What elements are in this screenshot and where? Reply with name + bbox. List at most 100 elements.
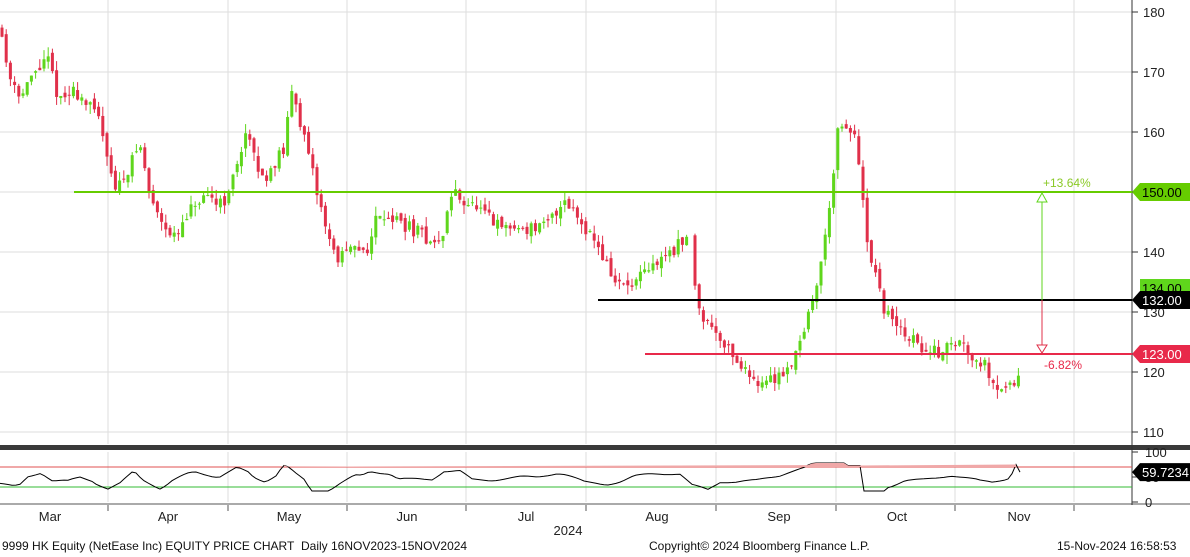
candle-body bbox=[193, 205, 197, 207]
candle-body bbox=[244, 133, 248, 149]
candle-body bbox=[710, 322, 714, 327]
candle-body bbox=[907, 339, 911, 341]
candle-body bbox=[441, 236, 445, 242]
candle-body bbox=[613, 275, 617, 283]
candle-body bbox=[638, 271, 642, 282]
candle-body bbox=[332, 238, 336, 250]
candle-body bbox=[668, 250, 672, 257]
candle-body bbox=[605, 259, 609, 262]
candle-body bbox=[962, 342, 966, 344]
candle-body bbox=[76, 90, 80, 100]
candle-body bbox=[949, 342, 953, 345]
candle-body bbox=[832, 173, 836, 208]
candle-body bbox=[953, 345, 957, 347]
candle-body bbox=[370, 236, 374, 254]
candle bbox=[693, 233, 697, 290]
candle-body bbox=[206, 195, 210, 197]
month-label-apr: Apr bbox=[158, 509, 179, 524]
candle-body bbox=[756, 380, 760, 386]
candle-body bbox=[475, 205, 479, 210]
candle-body bbox=[676, 239, 680, 255]
candle bbox=[500, 215, 504, 230]
candle-body bbox=[517, 228, 521, 230]
candle-body bbox=[685, 236, 689, 246]
candle-body bbox=[743, 367, 747, 369]
price-chart: +13.64%-6.82%110120130140150160170180134… bbox=[0, 0, 1190, 539]
candle-body bbox=[256, 156, 260, 172]
candle-body bbox=[634, 279, 638, 286]
candle-body bbox=[273, 166, 277, 168]
rsi-tick-label: 0 bbox=[1145, 495, 1152, 510]
candle-body bbox=[798, 340, 802, 351]
candle-body bbox=[59, 95, 63, 99]
candle-body bbox=[378, 215, 382, 219]
candle-body bbox=[508, 225, 512, 229]
candle-body bbox=[626, 280, 630, 286]
candle-body bbox=[382, 219, 386, 221]
candle bbox=[445, 209, 449, 235]
candle-body bbox=[336, 246, 340, 263]
candle-body bbox=[416, 225, 420, 235]
ticker-label: 9999 HK Equity (NetEase Inc) EQUITY PRIC… bbox=[2, 539, 295, 553]
candle-body bbox=[580, 219, 584, 225]
candle-body bbox=[983, 359, 987, 366]
candle-body bbox=[395, 216, 399, 220]
candle-body bbox=[664, 255, 668, 257]
candle-body bbox=[693, 235, 697, 286]
month-label-aug: Aug bbox=[645, 509, 668, 524]
candle-body bbox=[874, 265, 878, 273]
candle-body bbox=[185, 218, 189, 221]
candle-body bbox=[643, 269, 647, 273]
candle-body bbox=[596, 241, 600, 248]
candle-body bbox=[802, 331, 806, 339]
candle-body bbox=[647, 270, 651, 272]
timestamp-label: 15-Nov-2024 16:58:53 bbox=[1057, 539, 1177, 553]
candle-body bbox=[25, 82, 29, 95]
candle-body bbox=[920, 343, 924, 353]
level-tag-132-label: 132.00 bbox=[1142, 293, 1182, 308]
candle-body bbox=[630, 285, 634, 287]
candle-body bbox=[46, 56, 50, 62]
candle-body bbox=[109, 155, 113, 174]
candle-body bbox=[563, 200, 567, 205]
candle-body bbox=[307, 131, 311, 154]
candle bbox=[298, 98, 302, 131]
candle-body bbox=[504, 225, 508, 229]
level-tag-150-label: 150.00 bbox=[1142, 185, 1182, 200]
candle-body bbox=[718, 332, 722, 341]
candle-body bbox=[84, 100, 88, 105]
candle-body bbox=[294, 93, 298, 105]
candle-body bbox=[21, 93, 25, 96]
candle-body bbox=[655, 261, 659, 265]
candle-body bbox=[34, 71, 38, 73]
candle-body bbox=[995, 384, 999, 390]
candle-body bbox=[302, 126, 306, 135]
candle-body bbox=[143, 147, 147, 169]
candle-body bbox=[50, 52, 54, 72]
candle-body bbox=[298, 103, 302, 127]
candle-body bbox=[391, 215, 395, 222]
candle bbox=[735, 355, 739, 364]
candle-body bbox=[55, 70, 59, 97]
candle-body bbox=[857, 136, 861, 165]
candle-body bbox=[886, 310, 890, 315]
annotation-down-pct: -6.82% bbox=[1044, 358, 1082, 372]
candle-body bbox=[210, 194, 214, 198]
candle-body bbox=[428, 241, 432, 244]
candle-body bbox=[924, 349, 928, 352]
candle-body bbox=[13, 81, 17, 86]
candle-body bbox=[420, 227, 424, 230]
candle-body bbox=[861, 166, 865, 200]
candle-body bbox=[869, 240, 873, 263]
candle-body bbox=[344, 249, 348, 251]
candle-body bbox=[491, 214, 495, 226]
candle bbox=[806, 309, 810, 333]
candle-body bbox=[1016, 375, 1020, 387]
chart-title-footer: 9999 HK Equity (NetEase Inc) EQUITY PRIC… bbox=[2, 539, 467, 553]
candle-body bbox=[559, 206, 563, 219]
candle-body bbox=[609, 258, 613, 277]
candle-body bbox=[735, 355, 739, 363]
candle-body bbox=[311, 154, 315, 169]
candle bbox=[286, 111, 290, 157]
candle-body bbox=[701, 310, 705, 322]
